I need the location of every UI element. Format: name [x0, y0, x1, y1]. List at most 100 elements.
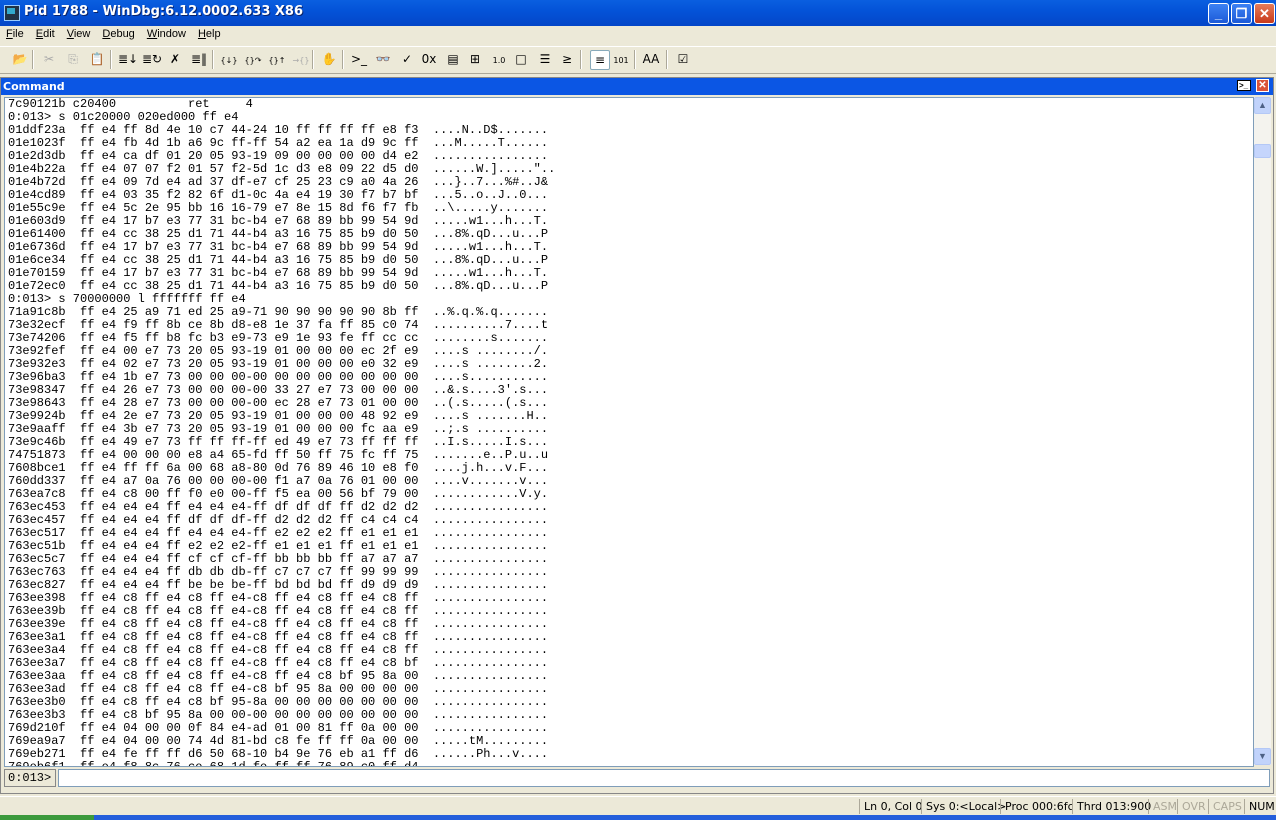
- hex-mode-button[interactable]: 101: [612, 50, 630, 68]
- step-out-icon: {}↑: [268, 56, 286, 65]
- run-to-cursor-icon: →{}: [292, 56, 310, 65]
- vertical-scrollbar[interactable]: ▲ ▼: [1254, 97, 1271, 765]
- scissors-icon: ✂: [43, 52, 55, 66]
- disassembly-window-icon: 1.0: [492, 56, 506, 65]
- toolbar-separator: [666, 50, 668, 69]
- windbg-app-icon[interactable]: [4, 5, 20, 21]
- stop-debugging-icon: ✗: [169, 52, 181, 66]
- restart-button[interactable]: ≣↻: [142, 50, 163, 68]
- disassembly-button[interactable]: 1.0: [490, 50, 508, 68]
- minimize-button[interactable]: _: [1208, 3, 1229, 24]
- break-icon: ≣‖: [190, 52, 208, 66]
- status-sys: Sys 0:<Local>: [921, 799, 1010, 814]
- command-output: 7c90121b c20400 ret 4 0:013> s 01c20000 0…: [4, 97, 1254, 767]
- scratch-pad-icon: □: [515, 52, 527, 66]
- options-icon: ☑: [677, 52, 689, 66]
- toolbar-separator: [212, 50, 214, 69]
- menu-file[interactable]: File: [0, 26, 30, 40]
- menu-window[interactable]: Window: [141, 26, 192, 40]
- menu-debug[interactable]: Debug: [96, 26, 140, 40]
- command-button[interactable]: >_: [350, 50, 368, 68]
- command-prompt-icon[interactable]: >_: [1237, 80, 1251, 91]
- taskbar: [0, 815, 1276, 820]
- step-into-button[interactable]: {↓}: [220, 50, 238, 68]
- output-line: 769eb6f1 ff e4 f8 8c 76 ce 68 1d-fe ff f…: [8, 760, 549, 767]
- step-into-icon: {↓}: [220, 56, 238, 65]
- toolbar-separator: [312, 50, 314, 69]
- command-prompt-label: 0:013>: [4, 769, 56, 787]
- go-button[interactable]: ≣↓: [118, 50, 138, 68]
- run-to-cursor-button[interactable]: →{}: [292, 50, 310, 68]
- step-over-icon: {}↷: [244, 56, 262, 65]
- scratch-pad-button[interactable]: □: [512, 50, 530, 68]
- font-button[interactable]: AA: [642, 50, 660, 68]
- toolbar: 📂 ✂ ⎘ 📋 ≣↓ ≣↻ ✗ ≣‖ {↓} {}↷ {}↑ →{} ✋ >_ 👓 ✓ 0x ▤ ⊞ 1.0 □ ☰ ≥ ≡ 1…: [0, 46, 1276, 74]
- step-over-button[interactable]: {}↷: [244, 50, 262, 68]
- menu-bar: File Edit View Debug Window Help: [0, 26, 1276, 45]
- close-icon: ✕: [1259, 6, 1270, 21]
- command-window-close-button[interactable]: ✕: [1256, 79, 1269, 92]
- status-bar: Ln 0, Col 0 Sys 0:<Local> Proc 000:6fc T…: [0, 796, 1276, 815]
- registers-window-icon: 0x: [421, 52, 437, 66]
- status-ovr: OVR: [1177, 799, 1210, 814]
- minimize-icon: _: [1214, 6, 1223, 21]
- status-proc: Proc 000:6fc: [1000, 799, 1078, 814]
- locals-window-icon: ✓: [401, 52, 413, 66]
- menu-view[interactable]: View: [61, 26, 97, 40]
- restore-icon: ❐: [1235, 6, 1248, 21]
- menu-edit[interactable]: Edit: [30, 26, 61, 40]
- scroll-thumb[interactable]: [1254, 144, 1271, 158]
- start-button[interactable]: [0, 815, 94, 820]
- scroll-up-button[interactable]: ▲: [1254, 97, 1271, 114]
- source-mode-button[interactable]: ≡: [590, 50, 610, 70]
- registers-button[interactable]: 0x: [420, 50, 438, 68]
- command-window-icon: >_: [350, 52, 368, 66]
- source-mode-icon: ≡: [594, 53, 606, 67]
- locals-button[interactable]: ✓: [398, 50, 416, 68]
- status-caps: CAPS: [1208, 799, 1246, 814]
- watch-button[interactable]: 👓: [374, 50, 392, 68]
- window-title: Pid 1788 - WinDbg:6.12.0002.633 X86: [24, 4, 304, 19]
- toolbar-separator: [634, 50, 636, 69]
- toolbar-separator: [342, 50, 344, 69]
- cut-button[interactable]: ✂: [40, 50, 58, 68]
- chevron-up-icon: ▲: [1258, 100, 1267, 110]
- step-out-button[interactable]: {}↑: [268, 50, 286, 68]
- break-button[interactable]: ≣‖: [190, 50, 208, 68]
- status-thread: Thrd 013:900: [1072, 799, 1155, 814]
- command-browser-button[interactable]: ≥: [558, 50, 576, 68]
- chevron-down-icon: ▼: [1258, 751, 1267, 761]
- stop-debugging-button[interactable]: ✗: [166, 50, 184, 68]
- hand-icon: ✋: [321, 52, 337, 66]
- scroll-down-button[interactable]: ▼: [1254, 748, 1271, 765]
- menu-help[interactable]: Help: [192, 26, 227, 40]
- watch-window-icon: 👓: [375, 52, 391, 66]
- command-window-title: Command: [3, 80, 65, 93]
- call-stack-icon: ⊞: [469, 52, 481, 66]
- folder-open-icon: 📂: [12, 52, 28, 66]
- binary-icon: 101: [613, 56, 629, 65]
- insert-breakpoint-button[interactable]: ✋: [320, 50, 338, 68]
- restart-icon: ≣↻: [142, 52, 163, 66]
- copy-button[interactable]: ⎘: [64, 50, 82, 68]
- font-icon: AA: [642, 52, 660, 66]
- command-window-titlebar: Command >_ ✕: [1, 78, 1273, 95]
- call-stack-button[interactable]: ⊞: [466, 50, 484, 68]
- close-button[interactable]: ✕: [1254, 3, 1275, 24]
- toolbar-separator: [110, 50, 112, 69]
- copy-icon: ⎘: [68, 52, 78, 66]
- status-num: NUM: [1244, 799, 1276, 814]
- options-button[interactable]: ☑: [674, 50, 692, 68]
- memory-button[interactable]: ▤: [444, 50, 462, 68]
- open-executable-button[interactable]: 📂: [11, 50, 29, 68]
- restore-button[interactable]: ❐: [1231, 3, 1252, 24]
- paste-icon: 📋: [89, 52, 105, 66]
- command-input[interactable]: [58, 769, 1270, 787]
- paste-button[interactable]: 📋: [88, 50, 106, 68]
- toolbar-separator: [580, 50, 582, 69]
- memory-window-icon: ▤: [447, 52, 459, 66]
- processes-threads-button[interactable]: ☰: [536, 50, 554, 68]
- command-input-row: 0:013>: [4, 769, 1270, 787]
- command-window: Command >_ ✕ 7c90121b c20400 ret 4 0:013>…: [0, 77, 1274, 794]
- status-line-col: Ln 0, Col 0: [859, 799, 927, 814]
